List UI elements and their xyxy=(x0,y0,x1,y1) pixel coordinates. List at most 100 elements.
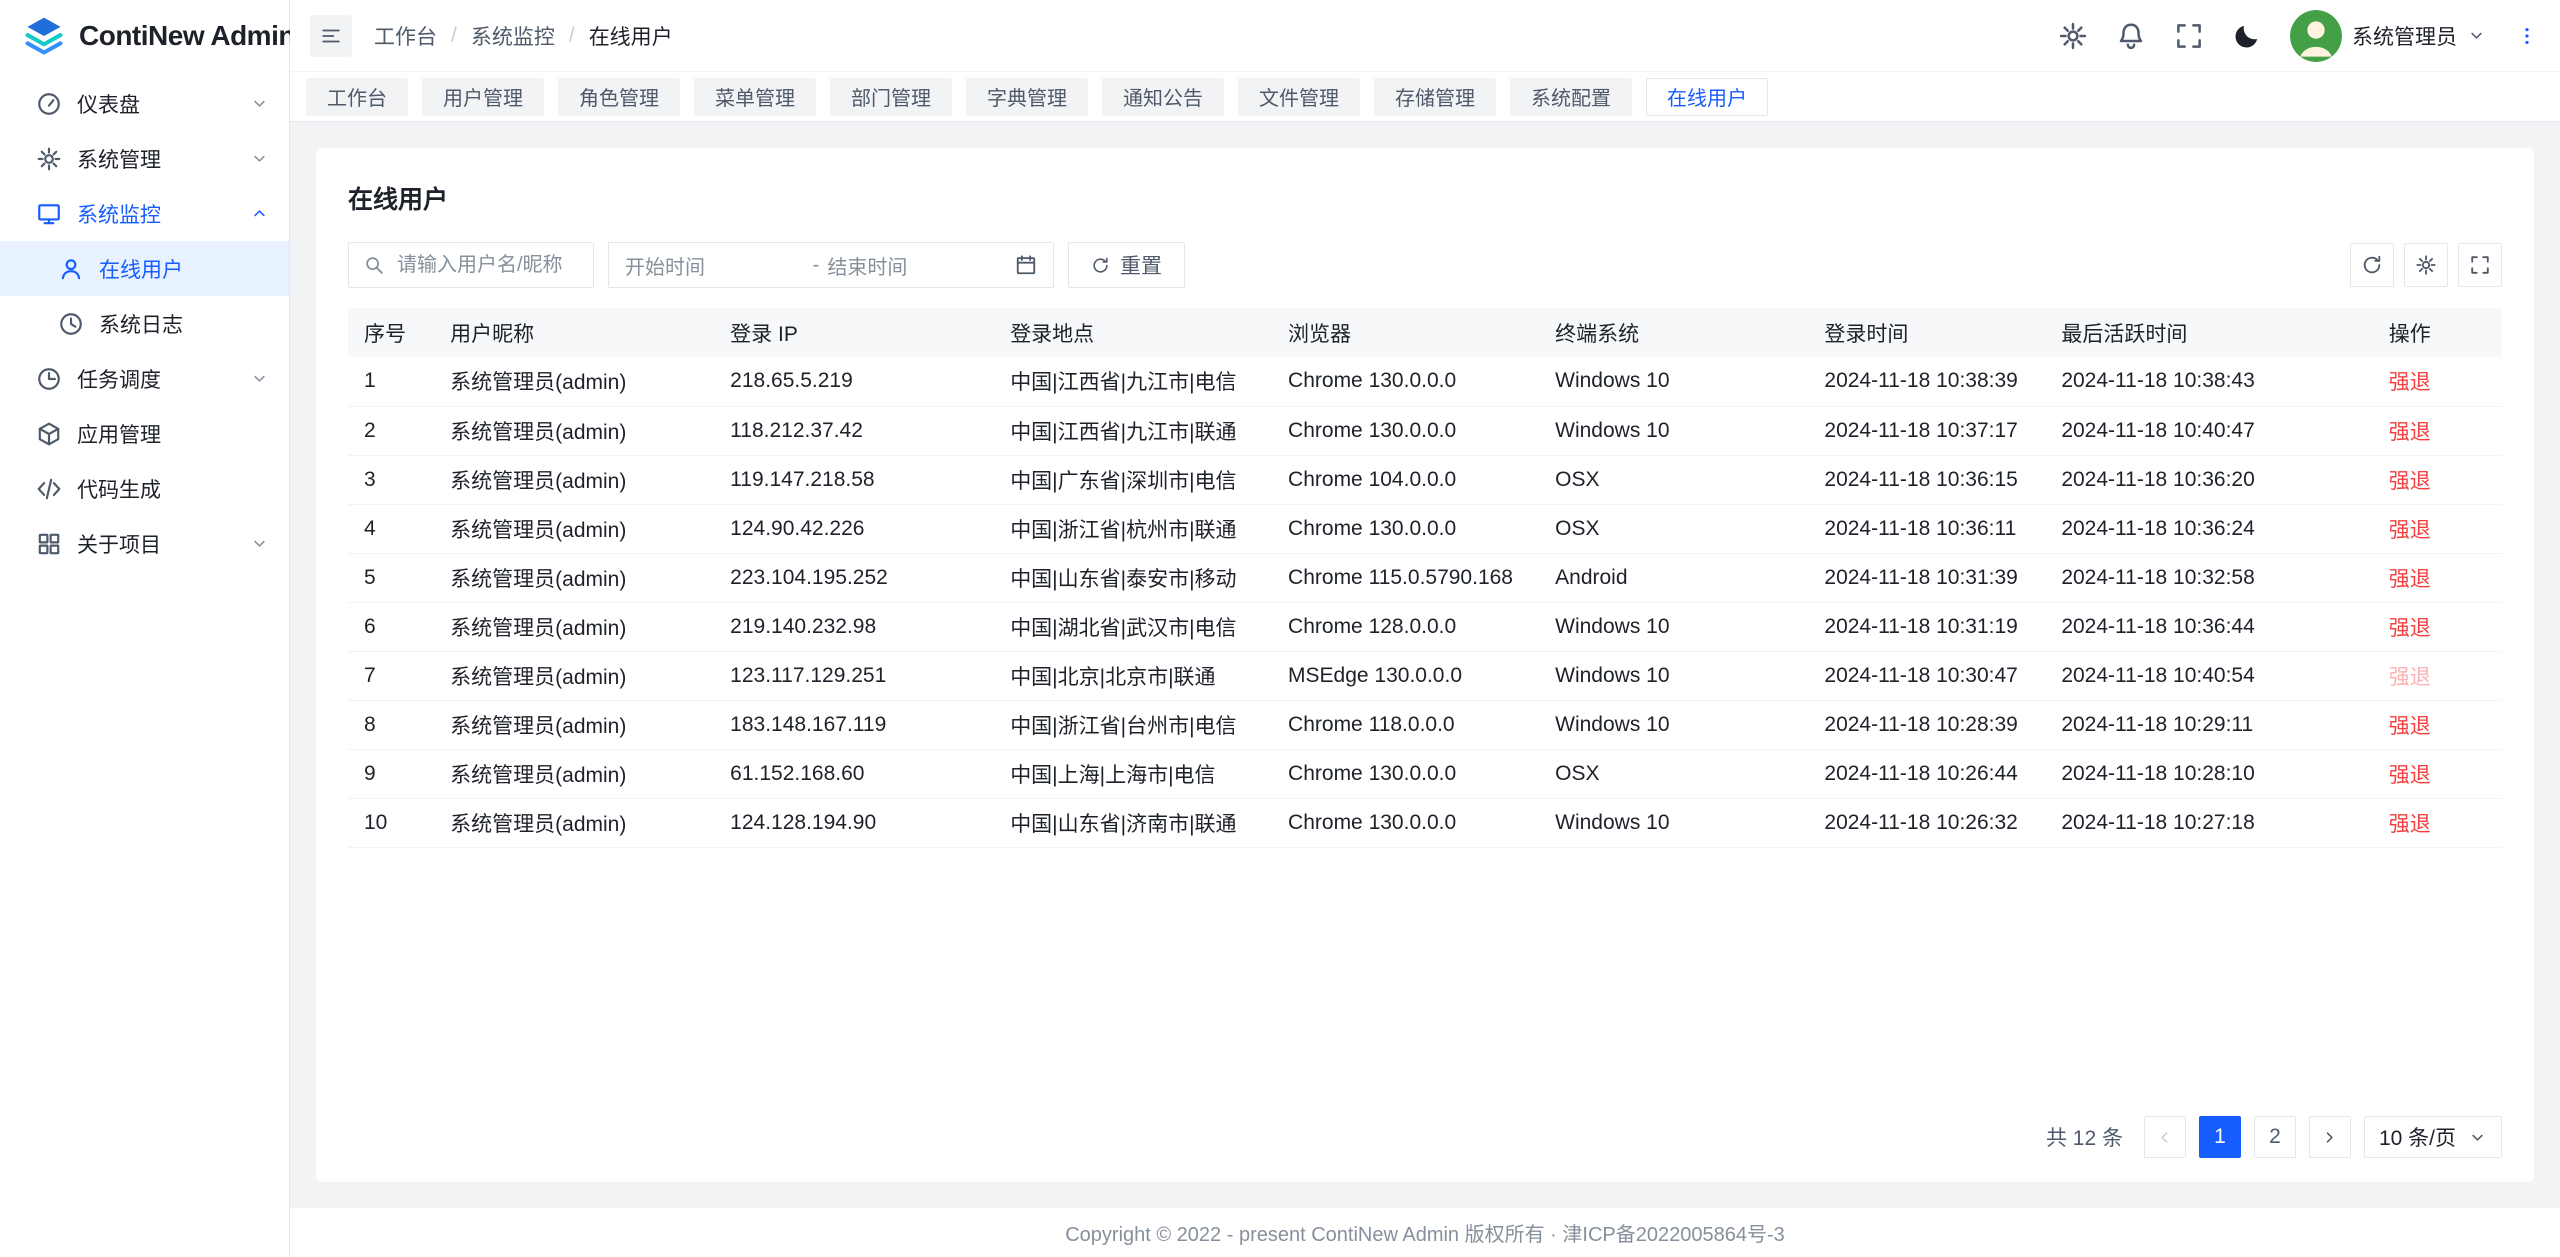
cell-browser: MSEdge 130.0.0.0 xyxy=(1272,651,1539,700)
reset-button[interactable]: 重置 xyxy=(1068,242,1185,288)
force-logout-link[interactable]: 强退 xyxy=(2389,519,2431,542)
cell-browser: Chrome 128.0.0.0 xyxy=(1272,602,1539,651)
cell-ip: 219.140.232.98 xyxy=(714,602,994,651)
tab-workbench[interactable]: 工作台 xyxy=(306,78,408,116)
force-logout-link[interactable]: 强退 xyxy=(2389,813,2431,836)
cell-actions: 强退 xyxy=(2373,504,2502,553)
cell-browser: Chrome 130.0.0.0 xyxy=(1272,798,1539,847)
table-row: 5 系统管理员(admin) 223.104.195.252 中国|山东省|泰安… xyxy=(348,553,2502,602)
page-size-select[interactable]: 10 条/页 xyxy=(2364,1116,2502,1158)
tab-dict-management[interactable]: 字典管理 xyxy=(966,78,1088,116)
force-logout-link[interactable]: 强退 xyxy=(2389,421,2431,444)
force-logout-link[interactable]: 强退 xyxy=(2389,715,2431,738)
cell-actions: 强退 xyxy=(2373,798,2502,847)
tab-online-users[interactable]: 在线用户 xyxy=(1646,78,1768,116)
chevron-right-icon xyxy=(2320,1128,2339,1147)
cell-last-active-time: 2024-11-18 10:29:11 xyxy=(2045,700,2372,749)
table-row: 2 系统管理员(admin) 118.212.37.42 中国|江西省|九江市|… xyxy=(348,406,2502,455)
tab-user-management[interactable]: 用户管理 xyxy=(422,78,544,116)
force-logout-link[interactable]: 强退 xyxy=(2389,764,2431,787)
breadcrumb-item[interactable]: 工作台 xyxy=(374,21,437,51)
user-menu[interactable]: 系统管理员 xyxy=(2290,10,2486,62)
table-tools xyxy=(2350,243,2502,287)
moon-icon xyxy=(2232,21,2262,51)
cell-login-time: 2024-11-18 10:26:32 xyxy=(1808,798,2045,847)
cell-os: OSX xyxy=(1539,455,1808,504)
tab-file-management[interactable]: 文件管理 xyxy=(1238,78,1360,116)
app-logo-icon xyxy=(22,14,66,58)
breadcrumb-separator: / xyxy=(451,24,457,48)
sidebar-item-task-schedule[interactable]: 任务调度 xyxy=(0,351,289,406)
cell-login-time: 2024-11-18 10:28:39 xyxy=(1808,700,2045,749)
sidebar-item-system-logs[interactable]: 系统日志 xyxy=(0,296,289,351)
force-logout-link[interactable]: 强退 xyxy=(2389,371,2431,394)
header-theme-toggle-button[interactable] xyxy=(2232,21,2262,51)
tab-role-management[interactable]: 角色管理 xyxy=(558,78,680,116)
cell-actions: 强退 xyxy=(2373,602,2502,651)
cell-last-active-time: 2024-11-18 10:40:47 xyxy=(2045,406,2372,455)
sidebar: ContiNew Admin 仪表盘 系统管理 系统监控 在线用户 系统日志 xyxy=(0,0,290,1257)
cell-index: 8 xyxy=(348,700,434,749)
expand-icon xyxy=(2469,254,2491,276)
pagination-page-2-button[interactable]: 2 xyxy=(2254,1116,2296,1158)
more-actions-button[interactable] xyxy=(2516,25,2538,47)
sidebar-item-app-management[interactable]: 应用管理 xyxy=(0,406,289,461)
cell-nickname: 系统管理员(admin) xyxy=(434,553,714,602)
cell-nickname: 系统管理员(admin) xyxy=(434,700,714,749)
table-settings-button[interactable] xyxy=(2404,243,2448,287)
column-header-login-time: 登录时间 xyxy=(1808,308,2045,357)
table-row: 6 系统管理员(admin) 219.140.232.98 中国|湖北省|武汉市… xyxy=(348,602,2502,651)
chevron-down-icon xyxy=(250,369,269,388)
sidebar-item-label: 仪表盘 xyxy=(77,89,235,119)
sidebar-item-code-generation[interactable]: 代码生成 xyxy=(0,461,289,516)
sidebar-item-dashboard[interactable]: 仪表盘 xyxy=(0,76,289,131)
cell-login-time: 2024-11-18 10:36:15 xyxy=(1808,455,2045,504)
pagination-total: 共 12 条 xyxy=(2046,1122,2123,1152)
sidebar-collapse-button[interactable] xyxy=(310,15,352,57)
breadcrumb-item[interactable]: 系统监控 xyxy=(471,21,555,51)
date-range-picker[interactable]: 开始时间 - 结束时间 xyxy=(608,242,1054,288)
table-row: 10 系统管理员(admin) 124.128.194.90 中国|山东省|济南… xyxy=(348,798,2502,847)
sidebar-item-online-users[interactable]: 在线用户 xyxy=(0,241,289,296)
menu-icon xyxy=(320,25,342,47)
cell-os: Windows 10 xyxy=(1539,602,1808,651)
page-size-value: 10 条/页 xyxy=(2379,1122,2456,1152)
user-name: 系统管理员 xyxy=(2352,21,2457,51)
force-logout-link[interactable]: 强退 xyxy=(2389,568,2431,591)
sidebar-item-label: 任务调度 xyxy=(77,364,235,394)
pagination-page-1-button[interactable]: 1 xyxy=(2199,1116,2241,1158)
tab-storage-management[interactable]: 存储管理 xyxy=(1374,78,1496,116)
sidebar-item-system-management[interactable]: 系统管理 xyxy=(0,131,289,186)
header-fullscreen-button[interactable] xyxy=(2174,21,2204,51)
force-logout-link[interactable]: 强退 xyxy=(2389,617,2431,640)
cell-ip: 183.148.167.119 xyxy=(714,700,994,749)
pagination-next-button[interactable] xyxy=(2309,1116,2351,1158)
cell-os: OSX xyxy=(1539,504,1808,553)
tab-system-config[interactable]: 系统配置 xyxy=(1510,78,1632,116)
cell-ip: 223.104.195.252 xyxy=(714,553,994,602)
table-fullscreen-button[interactable] xyxy=(2458,243,2502,287)
breadcrumb-item[interactable]: 在线用户 xyxy=(589,21,673,51)
search-input[interactable] xyxy=(395,253,579,278)
cell-ip: 218.65.5.219 xyxy=(714,357,994,406)
header-notifications-button[interactable] xyxy=(2116,21,2146,51)
app-logo[interactable]: ContiNew Admin xyxy=(0,0,289,72)
content: 在线用户 开始时间 - 结束时间 重置 xyxy=(290,122,2560,1208)
sidebar-item-system-monitor[interactable]: 系统监控 xyxy=(0,186,289,241)
topbar-right: 系统管理员 xyxy=(2058,10,2538,62)
tab-notice[interactable]: 通知公告 xyxy=(1102,78,1224,116)
tab-dept-management[interactable]: 部门管理 xyxy=(830,78,952,116)
cell-os: Windows 10 xyxy=(1539,700,1808,749)
table-refresh-button[interactable] xyxy=(2350,243,2394,287)
sidebar-item-about-project[interactable]: 关于项目 xyxy=(0,516,289,571)
column-header-nickname: 用户昵称 xyxy=(434,308,714,357)
header-settings-button[interactable] xyxy=(2058,21,2088,51)
force-logout-link[interactable]: 强退 xyxy=(2389,470,2431,493)
topbar-actions xyxy=(2058,21,2262,51)
cell-ip: 123.117.129.251 xyxy=(714,651,994,700)
gear-icon xyxy=(2058,21,2088,51)
cell-index: 4 xyxy=(348,504,434,553)
tab-menu-management[interactable]: 菜单管理 xyxy=(694,78,816,116)
cell-location: 中国|江西省|九江市|电信 xyxy=(994,357,1272,406)
cell-actions: 强退 xyxy=(2373,455,2502,504)
